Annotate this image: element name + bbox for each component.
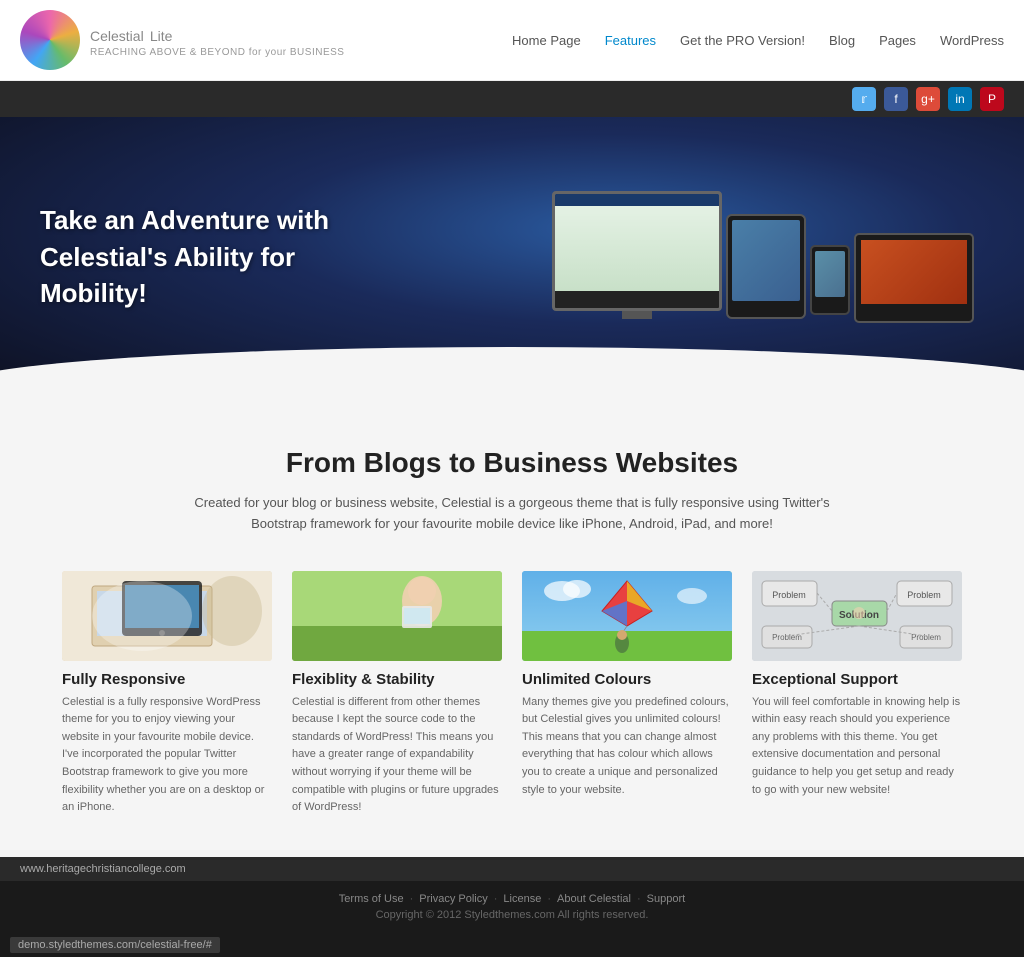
gplus-icon[interactable]: g+	[916, 87, 940, 111]
nav-features[interactable]: Features	[605, 28, 656, 53]
footer-privacy[interactable]: Privacy Policy	[419, 893, 487, 905]
monitor-screen	[552, 191, 722, 311]
logo: Celestial Lite REACHING ABOVE & BEYOND f…	[20, 10, 344, 70]
footer-support[interactable]: Support	[647, 893, 686, 905]
nav-pro[interactable]: Get the PRO Version!	[680, 28, 805, 53]
svg-text:Problem: Problem	[907, 590, 941, 600]
feature-img-stability	[292, 571, 502, 661]
monitor-device	[552, 191, 722, 319]
feature-desc-1: Celestial is different from other themes…	[292, 694, 502, 817]
twitter-icon[interactable]: 𝕣	[852, 87, 876, 111]
linkedin-icon[interactable]: in	[948, 87, 972, 111]
feature-title-2: Unlimited Colours	[522, 671, 732, 688]
nav-blog[interactable]: Blog	[829, 28, 855, 53]
footer-url-text: www.heritagechristiancollege.com	[20, 863, 186, 875]
ipad-device	[726, 214, 806, 319]
hero-text: Take an Adventure with Celestial's Abili…	[40, 202, 390, 311]
social-bar: 𝕣 f g+ in P	[0, 81, 1024, 117]
feature-title-3: Exceptional Support	[752, 671, 962, 688]
feature-support: Problem Solution Problem Problem Problem	[752, 571, 962, 817]
section-subtitle: Created for your blog or business websit…	[172, 493, 852, 535]
facebook-icon[interactable]: f	[884, 87, 908, 111]
logo-icon	[20, 10, 80, 70]
feature-stability: Flexiblity & Stability Celestial is diff…	[292, 571, 502, 817]
feature-title-0: Fully Responsive	[62, 671, 272, 688]
feature-desc-3: You will feel comfortable in knowing hel…	[752, 694, 962, 800]
section-title: From Blogs to Business Websites	[40, 447, 984, 479]
status-bar: demo.styledthemes.com/celestial-free/#	[0, 933, 1024, 957]
feature-img-colours	[522, 571, 732, 661]
feature-img-support: Problem Solution Problem Problem Problem	[752, 571, 962, 661]
main-nav: Home Page Features Get the PRO Version! …	[512, 28, 1004, 53]
logo-name: Celestial Lite	[90, 21, 344, 47]
phone-device	[810, 245, 850, 315]
tablet-device	[854, 233, 974, 323]
logo-text: Celestial Lite REACHING ABOVE & BEYOND f…	[90, 21, 344, 59]
feature-desc-2: Many themes give you predefined colours,…	[522, 694, 732, 800]
content-section: From Blogs to Business Websites Created …	[0, 397, 1024, 857]
nav-pages[interactable]: Pages	[879, 28, 916, 53]
svg-text:Problem: Problem	[772, 590, 806, 600]
stability-illustration	[292, 571, 502, 661]
feature-colours: Unlimited Colours Many themes give you p…	[522, 571, 732, 817]
footer-terms[interactable]: Terms of Use	[339, 893, 404, 905]
logo-tagline: REACHING ABOVE & BEYOND for your BUSINES…	[90, 47, 344, 59]
footer-main: Terms of Use · Privacy Policy · License …	[0, 881, 1024, 933]
feature-title-1: Flexiblity & Stability	[292, 671, 502, 688]
footer-license[interactable]: License	[503, 893, 541, 905]
header: Celestial Lite REACHING ABOVE & BEYOND f…	[0, 0, 1024, 81]
devices-mockup	[552, 191, 974, 323]
footer-links: Terms of Use · Privacy Policy · License …	[339, 893, 685, 905]
support-illustration: Problem Solution Problem Problem Problem	[752, 571, 962, 661]
features-grid: Fully Responsive Celestial is a fully re…	[40, 571, 984, 817]
feature-desc-0: Celestial is a fully responsive WordPres…	[62, 694, 272, 817]
colours-illustration	[522, 571, 732, 661]
footer-about[interactable]: About Celestial	[557, 893, 631, 905]
feature-responsive: Fully Responsive Celestial is a fully re…	[62, 571, 272, 817]
monitor-stand	[622, 311, 652, 319]
nav-wordpress[interactable]: WordPress	[940, 28, 1004, 53]
responsive-illustration	[62, 571, 272, 661]
hero-title: Take an Adventure with Celestial's Abili…	[40, 202, 390, 311]
footer-url-bar: www.heritagechristiancollege.com	[0, 857, 1024, 881]
status-url: demo.styledthemes.com/celestial-free/#	[10, 937, 220, 953]
pinterest-icon[interactable]: P	[980, 87, 1004, 111]
feature-img-responsive	[62, 571, 272, 661]
footer-copyright: Copyright © 2012 Styledthemes.com All ri…	[376, 909, 649, 921]
hero-section: Take an Adventure with Celestial's Abili…	[0, 117, 1024, 397]
nav-home[interactable]: Home Page	[512, 28, 581, 53]
